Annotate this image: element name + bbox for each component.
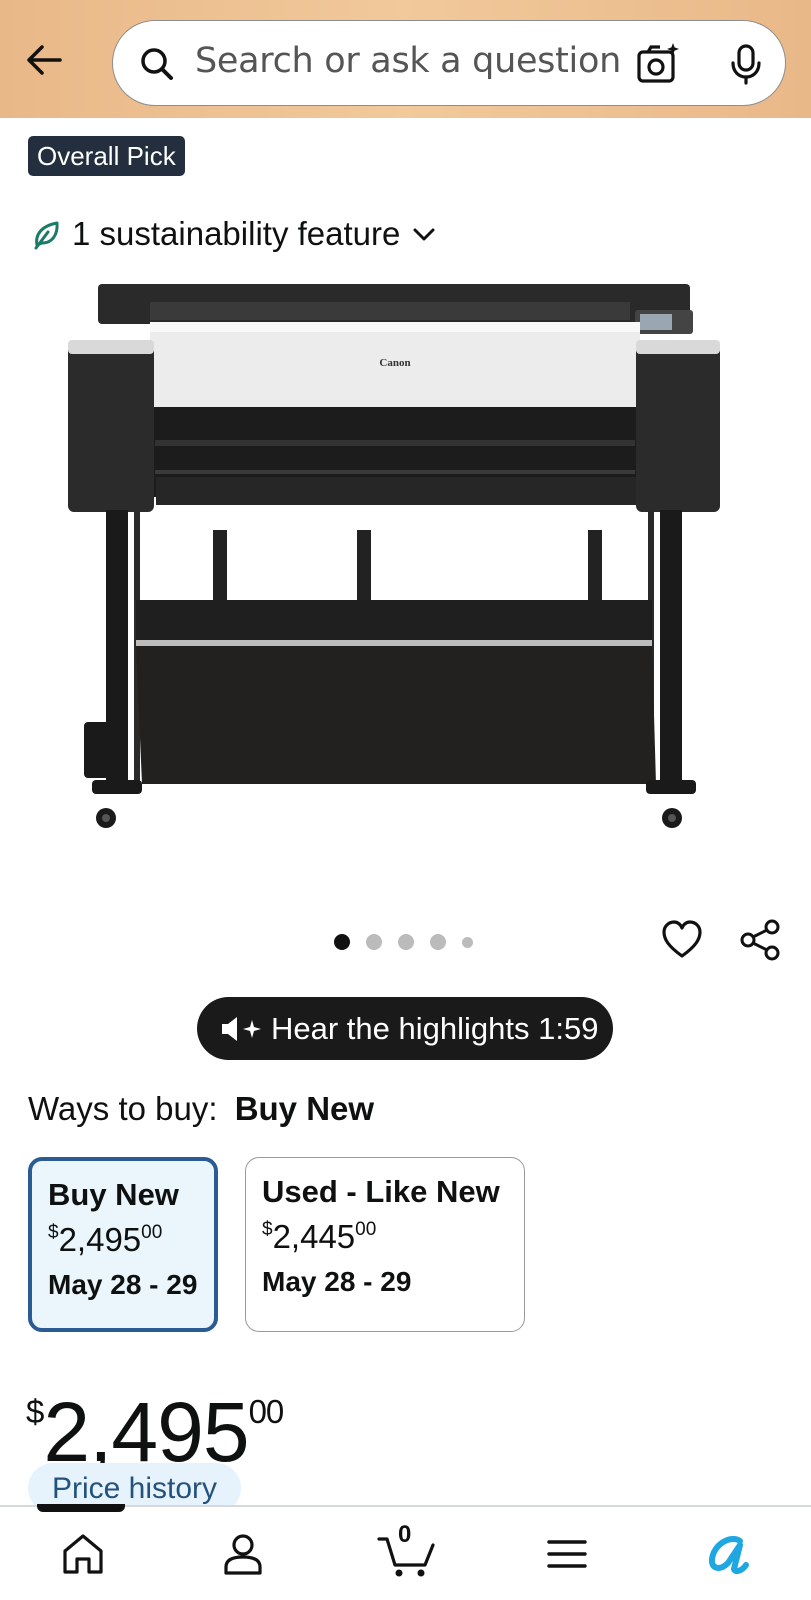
price-currency: $ (26, 1393, 44, 1430)
carousel-dot[interactable] (398, 934, 414, 950)
camera-search-icon[interactable] (635, 41, 681, 87)
back-arrow-icon (27, 45, 62, 75)
carousel-dot[interactable] (430, 934, 446, 950)
carousel-dot[interactable] (366, 934, 382, 950)
cart-count: 0 (398, 1521, 412, 1548)
heart-icon[interactable] (660, 918, 704, 962)
active-tab-indicator (37, 1504, 125, 1512)
carousel-dot[interactable] (462, 936, 473, 948)
canon-logo: Canon (379, 357, 410, 369)
search-bar[interactable]: Search or ask a question (112, 20, 786, 106)
chevron-down-icon (413, 228, 435, 241)
menu-icon[interactable] (542, 1529, 592, 1579)
product-image[interactable]: Canon (60, 280, 750, 860)
ways-to-buy-selected: Buy New (234, 1090, 375, 1127)
option-delivery-date: May 28 - 29 (262, 1266, 412, 1297)
leaf-icon (34, 221, 59, 250)
option-title: Used - Like New (262, 1174, 500, 1209)
overall-pick-badge: Overall Pick (28, 136, 185, 176)
bottom-nav-bar: 0 (0, 1504, 811, 1600)
top-header: Search or ask a question (0, 0, 811, 118)
buy-option-used-like-new[interactable]: Used - Like New $2,44500 May 28 - 29 (245, 1157, 525, 1332)
cart-button[interactable]: 0 (377, 1521, 437, 1579)
search-input[interactable]: Search or ask a question (195, 41, 621, 81)
product-price: $2,49500 (26, 1370, 285, 1474)
sustainability-label: 1 sustainability feature (72, 215, 401, 252)
search-icon (141, 48, 173, 80)
option-title: Buy New (48, 1177, 179, 1212)
buy-option-new[interactable]: Buy New $2,49500 May 28 - 29 (28, 1157, 218, 1332)
home-icon[interactable] (58, 1529, 108, 1579)
microphone-icon[interactable] (723, 41, 769, 87)
option-price: $2,49500 (48, 1221, 163, 1258)
sustainability-feature-toggle[interactable]: 1 sustainability feature (30, 212, 438, 256)
image-carousel-dots[interactable] (334, 934, 473, 950)
option-delivery-date: May 28 - 29 (48, 1269, 198, 1300)
back-button[interactable] (20, 36, 68, 84)
option-price: $2,44500 (262, 1218, 377, 1255)
price-fraction: 00 (248, 1393, 285, 1430)
hear-highlights-button[interactable]: Hear the highlights 1:59 (197, 997, 613, 1060)
hear-highlights-label: Hear the highlights 1:59 (271, 1010, 599, 1046)
speaker-sparkle-icon (222, 1016, 261, 1041)
carousel-dot[interactable] (334, 934, 350, 950)
ways-to-buy-heading: Ways to buy: Buy New (28, 1090, 374, 1128)
share-icon[interactable] (738, 918, 782, 962)
ai-assistant-icon[interactable] (704, 1529, 754, 1579)
ways-to-buy-label: Ways to buy: (28, 1090, 218, 1127)
account-icon[interactable] (218, 1529, 268, 1579)
